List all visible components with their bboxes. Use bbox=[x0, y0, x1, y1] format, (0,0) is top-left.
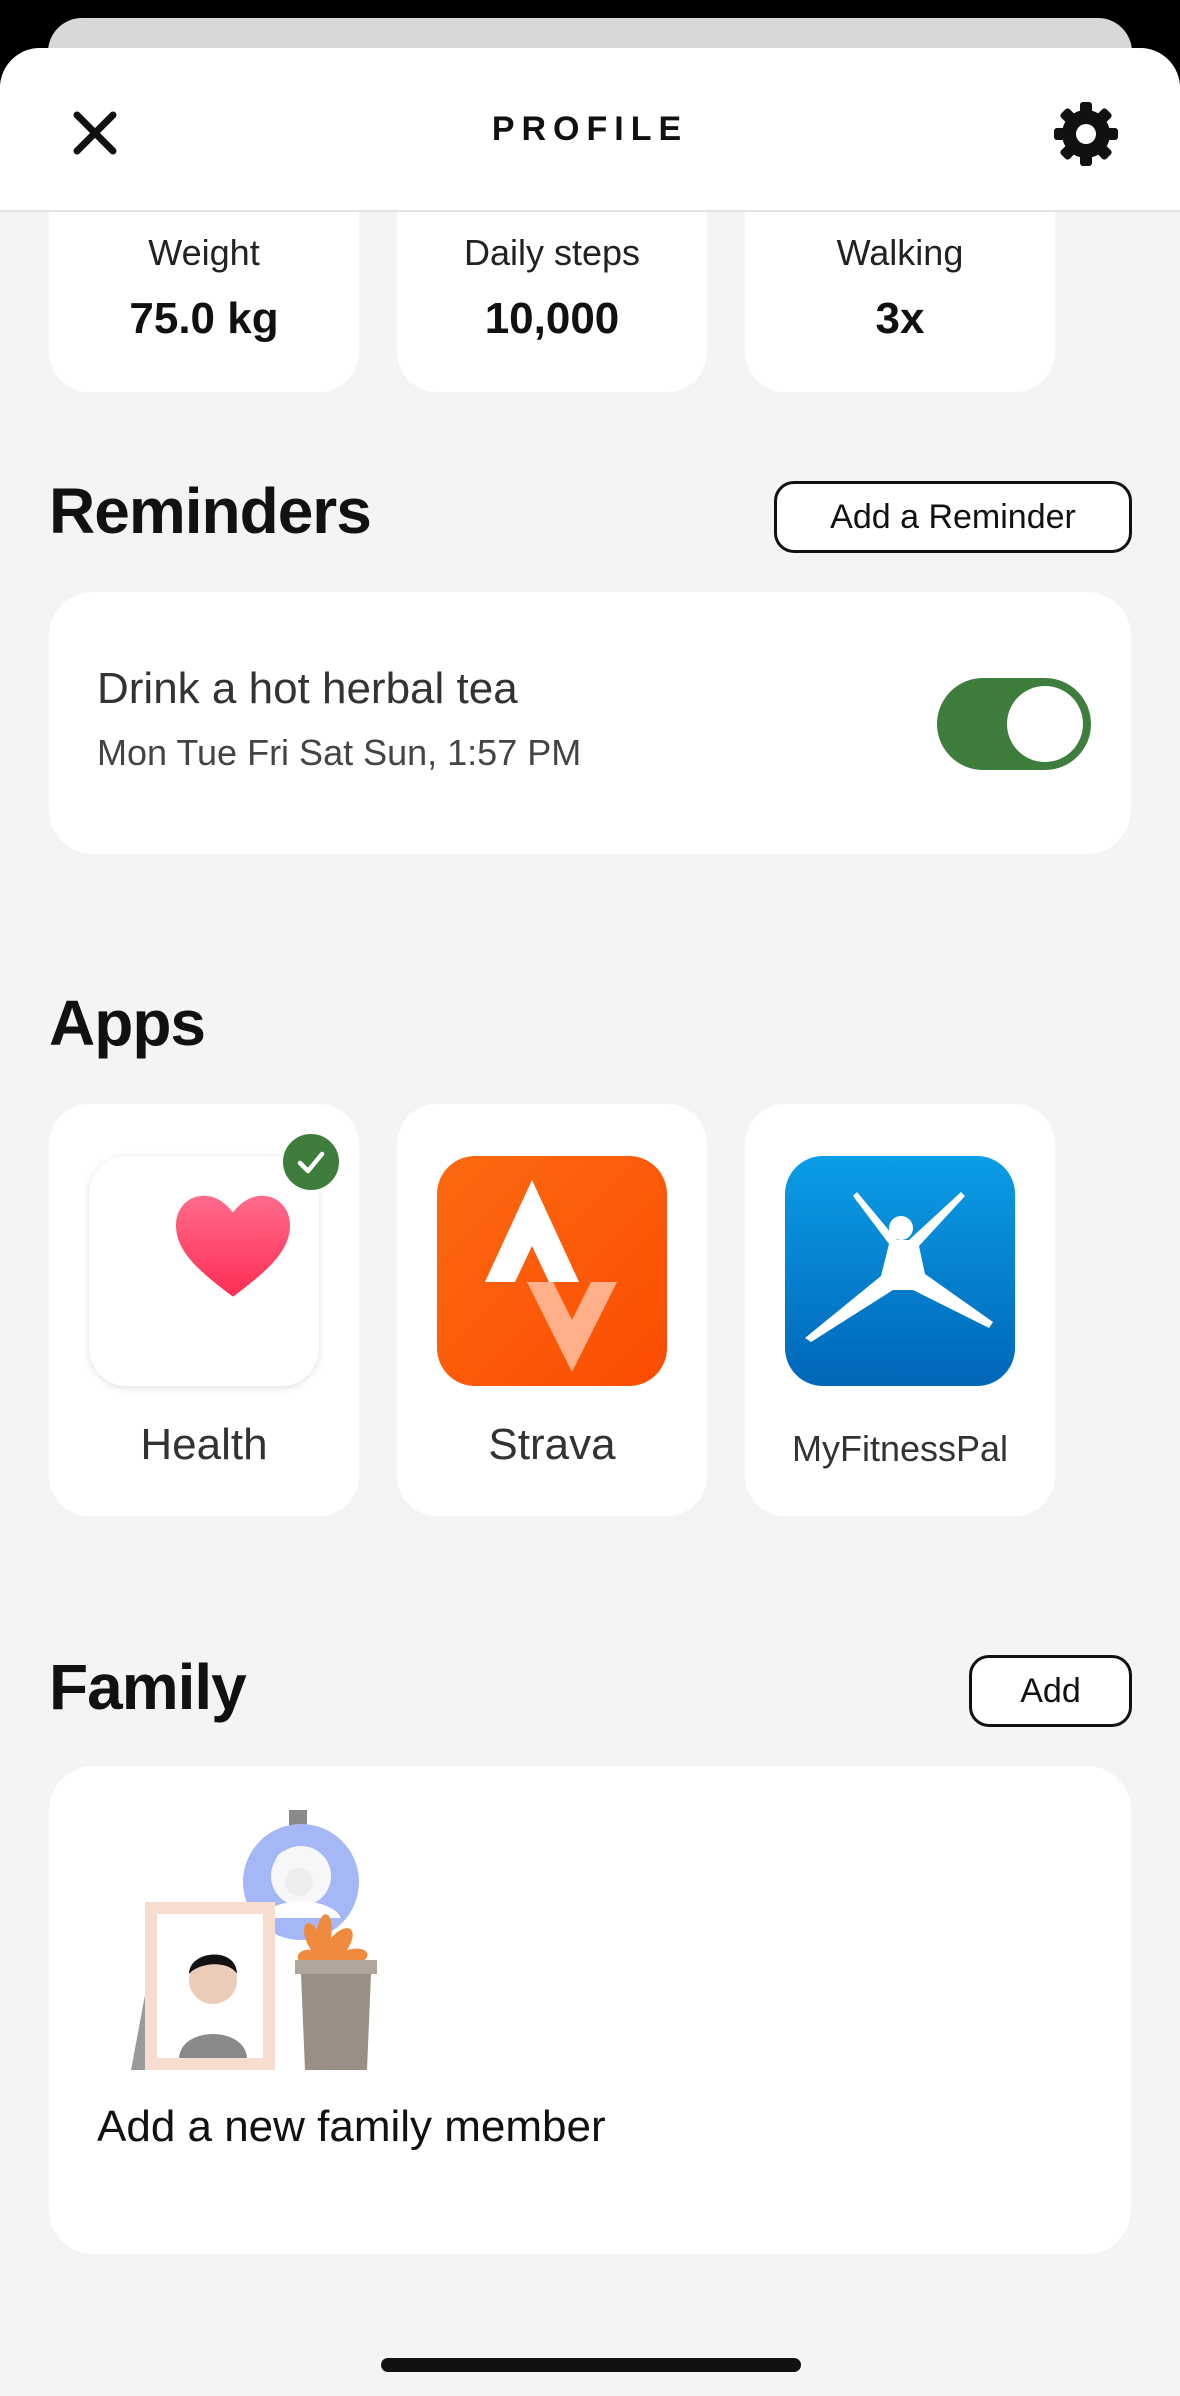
stat-label: Daily steps bbox=[463, 232, 641, 273]
strava-app-icon bbox=[437, 1156, 667, 1386]
reminder-schedule: Mon Tue Fri Sat Sun, 1:57 PM bbox=[97, 732, 582, 773]
home-indicator[interactable] bbox=[381, 2358, 801, 2372]
family-illustration bbox=[121, 1810, 421, 2070]
reminders-heading: Reminders bbox=[49, 475, 372, 547]
app-name: Health bbox=[140, 1420, 268, 1469]
myfitnesspal-app-icon bbox=[785, 1156, 1015, 1386]
stat-value: 3x bbox=[875, 294, 925, 343]
connected-badge bbox=[279, 1130, 343, 1194]
reminder-toggle[interactable] bbox=[937, 678, 1091, 770]
app-name: Strava bbox=[488, 1420, 616, 1469]
add-family-button[interactable]: Add bbox=[969, 1655, 1132, 1727]
add-reminder-button[interactable]: Add a Reminder bbox=[774, 481, 1132, 553]
checkmark-icon bbox=[297, 1151, 325, 1174]
family-illustration-icon bbox=[131, 1810, 377, 2070]
myfitnesspal-logo-icon bbox=[805, 1192, 993, 1342]
settings-button[interactable] bbox=[1046, 94, 1126, 174]
health-app-icon bbox=[89, 1156, 319, 1386]
page-title: PROFILE bbox=[491, 110, 689, 148]
app-card-strava[interactable]: Strava bbox=[397, 1104, 707, 1516]
app-name: MyFitnessPal bbox=[791, 1428, 1009, 1469]
strava-logo-icon bbox=[485, 1180, 617, 1372]
header-bar: PROFILE bbox=[0, 48, 1180, 212]
stat-label: Weight bbox=[148, 232, 260, 273]
app-card-health[interactable]: Health bbox=[49, 1104, 359, 1516]
add-family-member-text: Add a new family member bbox=[97, 2102, 606, 2151]
app-card-myfitnesspal[interactable]: MyFitnessPal bbox=[745, 1104, 1055, 1516]
stat-label: Walking bbox=[836, 232, 964, 273]
family-heading: Family bbox=[49, 1651, 247, 1723]
stat-value: 10,000 bbox=[484, 294, 620, 343]
stat-value: 75.0 kg bbox=[129, 294, 279, 343]
reminder-card[interactable]: Drink a hot herbal tea Mon Tue Fri Sat S… bbox=[49, 592, 1131, 854]
family-card[interactable]: Add a new family member bbox=[49, 1766, 1131, 2254]
reminder-title: Drink a hot herbal tea bbox=[97, 664, 518, 713]
heart-icon bbox=[176, 1195, 290, 1297]
apps-heading: Apps bbox=[49, 987, 206, 1059]
toggle-knob bbox=[1007, 686, 1083, 762]
gear-icon bbox=[1054, 102, 1118, 166]
profile-sheet: Weight 75.0 kg Daily steps 10,000 Walkin… bbox=[0, 48, 1180, 2396]
